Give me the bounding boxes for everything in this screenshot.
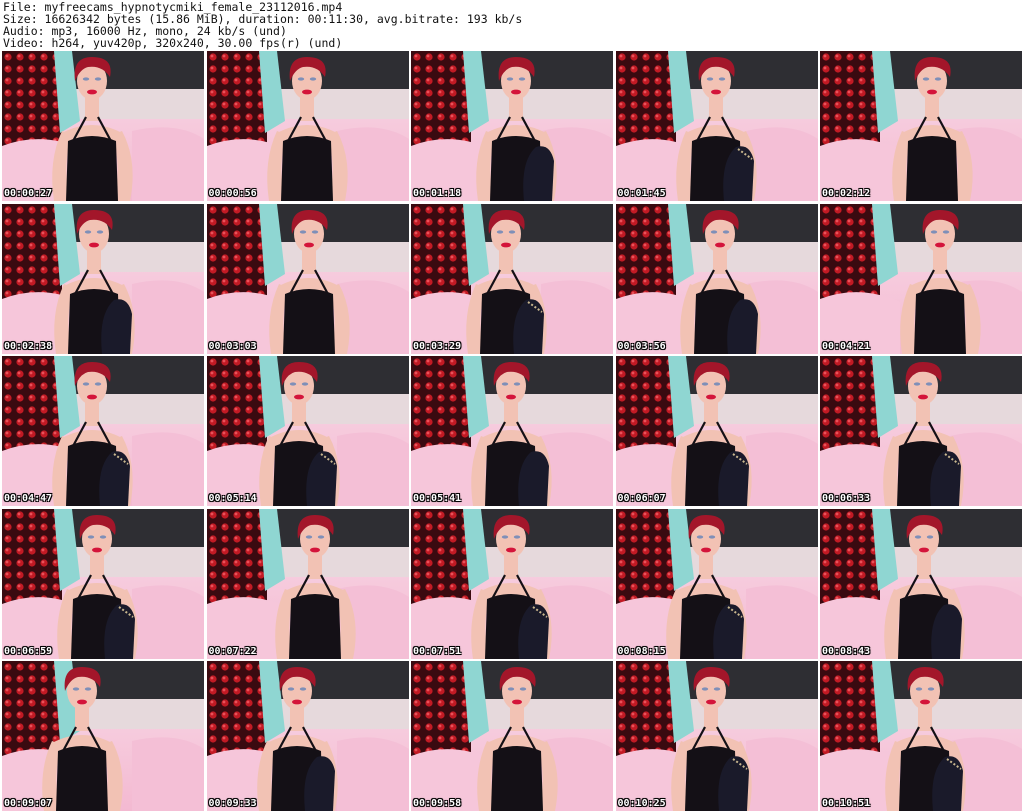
thumbnail-timestamp: 00:01:45 (617, 188, 666, 199)
thumbnail-frame (411, 203, 613, 354)
video-thumbnail: 00:10:51 (820, 661, 1022, 811)
thumbnail-frame (411, 51, 613, 201)
thumbnail-timestamp: 00:04:21 (822, 340, 871, 352)
thumbnail-frame (2, 51, 204, 201)
thumbnail-frame (820, 508, 1022, 659)
video-thumbnail: 00:05:41 (411, 356, 613, 506)
thumbnail-frame (820, 661, 1022, 811)
thumbnail-timestamp: 00:07:22 (208, 645, 257, 657)
thumbnail-timestamp: 00:01:18 (413, 188, 462, 199)
video-thumbnail: 00:09:33 (206, 661, 409, 811)
video-thumbnail: 00:02:12 (820, 51, 1022, 201)
thumbnail-frame (615, 356, 818, 506)
thumbnail-timestamp: 00:08:43 (822, 645, 871, 657)
video-thumbnail: 00:09:07 (2, 661, 204, 811)
video-thumbnail: 00:09:58 (411, 661, 613, 811)
thumbnail-frame (411, 356, 613, 506)
file-info-header: File: myfreecams_hypnotycmiki_female_231… (3, 1, 1021, 49)
thumbnail-timestamp: 00:00:56 (208, 188, 257, 199)
thumbnail-frame (615, 51, 818, 201)
thumbnail-timestamp: 00:06:33 (822, 493, 871, 504)
thumbnail-frame (2, 661, 204, 811)
thumbnail-frame (411, 661, 613, 811)
thumbnail-frame (411, 508, 613, 659)
video-thumbnail: 00:07:51 (411, 508, 613, 659)
video-thumbnail: 00:03:29 (411, 203, 613, 354)
thumbnail-frame (820, 51, 1022, 201)
thumbnail-timestamp: 00:03:56 (617, 340, 666, 352)
thumbnail-timestamp: 00:09:58 (413, 798, 462, 809)
thumbnail-frame (615, 203, 818, 354)
thumbnail-timestamp: 00:05:14 (208, 493, 257, 504)
video-thumbnail: 00:00:27 (2, 51, 204, 201)
thumbnail-timestamp: 00:04:47 (4, 493, 53, 504)
video-thumbnail: 00:02:38 (2, 203, 204, 354)
video-thumbnail: 00:06:07 (615, 356, 818, 506)
thumbnail-timestamp: 00:03:03 (208, 340, 257, 352)
thumbnail-timestamp: 00:08:15 (617, 645, 666, 657)
video-thumbnail: 00:10:25 (615, 661, 818, 811)
thumbnail-timestamp: 00:10:51 (822, 798, 871, 809)
thumbnail-frame (2, 203, 204, 354)
thumbnail-frame (2, 508, 204, 659)
video-thumbnail: 00:04:47 (2, 356, 204, 506)
thumbnail-frame (206, 508, 409, 659)
thumbnail-frame (206, 661, 409, 811)
video-thumbnail: 00:03:03 (206, 203, 409, 354)
video-thumbnail: 00:03:56 (615, 203, 818, 354)
thumbnail-timestamp: 00:09:33 (208, 798, 257, 809)
thumbnail-frame (615, 661, 818, 811)
thumbnail-frame (615, 508, 818, 659)
thumbnail-timestamp: 00:06:59 (4, 645, 53, 657)
video-thumbnail: 00:01:45 (615, 51, 818, 201)
video-thumbnail: 00:01:18 (411, 51, 613, 201)
video-thumbnail: 00:05:14 (206, 356, 409, 506)
video-info-line: Video: h264, yuv420p, 320x240, 30.00 fps… (3, 36, 343, 50)
video-thumbnail: 00:06:59 (2, 508, 204, 659)
thumbnail-timestamp: 00:05:41 (413, 493, 462, 504)
thumbnail-timestamp: 00:02:38 (4, 340, 53, 352)
thumbnail-timestamp: 00:02:12 (822, 188, 871, 199)
video-thumbnail: 00:06:33 (820, 356, 1022, 506)
thumbnail-frame (206, 356, 409, 506)
thumbnail-timestamp: 00:09:07 (4, 798, 53, 809)
thumbnail-grid: 00:00:27 00:00:56 00:01:18 00:01:45 00:02:12… (2, 51, 1022, 811)
thumbnail-frame (820, 356, 1022, 506)
video-thumbnail: 00:07:22 (206, 508, 409, 659)
video-thumbnail: 00:00:56 (206, 51, 409, 201)
thumbnail-frame (2, 356, 204, 506)
thumbnail-frame (820, 203, 1022, 354)
thumbnail-frame (206, 51, 409, 201)
thumbnail-timestamp: 00:03:29 (413, 340, 462, 352)
thumbnail-frame (206, 203, 409, 354)
thumbnail-timestamp: 00:07:51 (413, 645, 462, 657)
thumbnail-timestamp: 00:06:07 (617, 493, 666, 504)
thumbnail-timestamp: 00:00:27 (4, 188, 53, 199)
video-thumbnail: 00:08:15 (615, 508, 818, 659)
thumbnail-timestamp: 00:10:25 (617, 798, 666, 809)
video-thumbnail: 00:08:43 (820, 508, 1022, 659)
video-thumbnail: 00:04:21 (820, 203, 1022, 354)
